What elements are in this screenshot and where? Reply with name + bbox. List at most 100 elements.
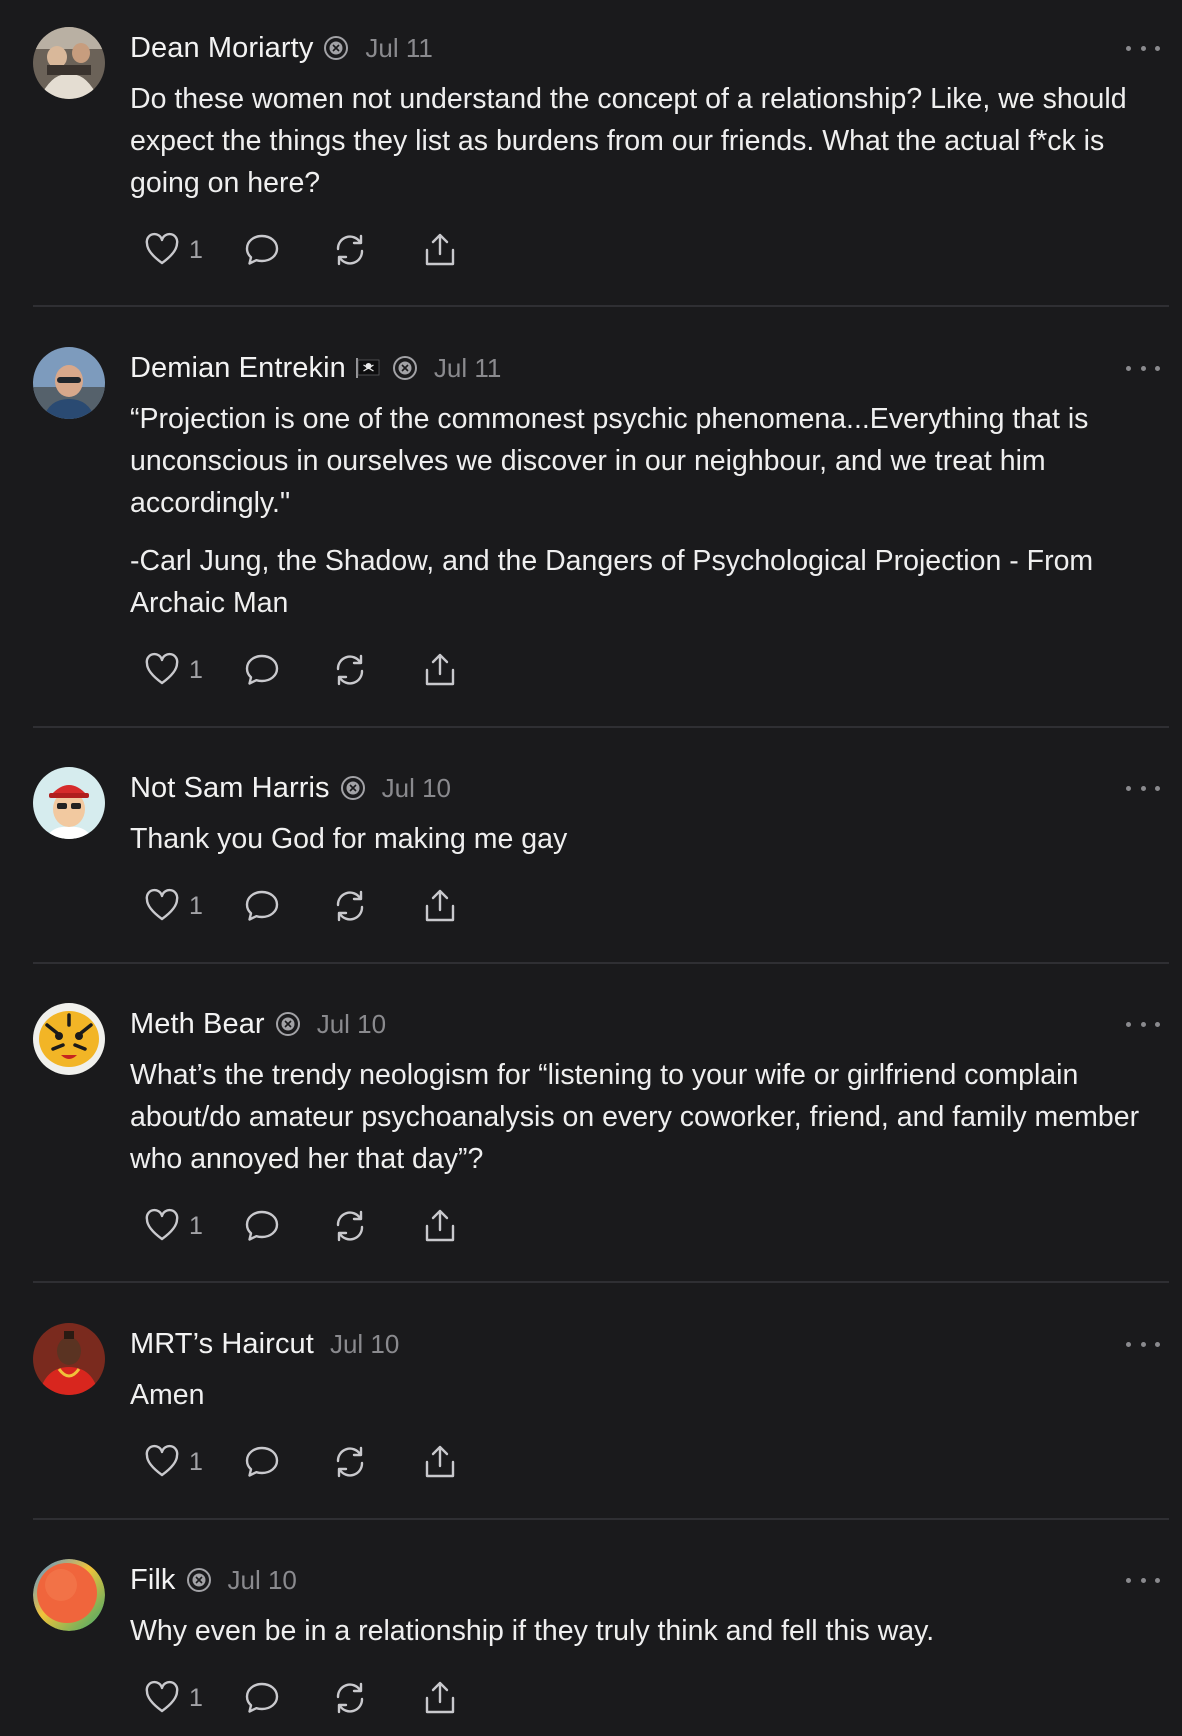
avatar[interactable]	[33, 1323, 105, 1395]
more-dots-icon[interactable]	[1126, 1019, 1160, 1029]
orange-gradient-avatar	[33, 1559, 105, 1631]
post-paragraph: Why even be in a relationship if they tr…	[130, 1615, 935, 1647]
comment-bubble-icon	[245, 890, 279, 921]
post-header: Meth Bear Jul 10	[130, 1004, 386, 1044]
post-paragraph: -Carl Jung, the Shadow, and the Dangers …	[130, 545, 1094, 619]
repost-icon	[336, 654, 364, 686]
avatar[interactable]	[33, 1003, 105, 1075]
post-text: Do these women not understand the concep…	[130, 78, 1160, 204]
post-header: MRT’s Haircut Jul 10	[130, 1324, 399, 1364]
share-button[interactable]	[421, 651, 459, 689]
verified-badge-icon	[275, 1011, 301, 1037]
verified-badge-icon	[186, 1567, 212, 1593]
post-divider	[33, 305, 1169, 307]
comment-feed: Dean Moriarty Jul 11 Do these women not …	[0, 0, 1182, 1736]
post-date: Jul 10	[316, 1008, 387, 1039]
share-button[interactable]	[421, 887, 459, 925]
heart-icon	[145, 232, 179, 265]
comment-bubble-icon	[245, 654, 279, 685]
post-date: Jul 10	[381, 772, 451, 803]
avatar[interactable]	[33, 767, 105, 839]
author-name[interactable]: MRT’s Haircut	[130, 1328, 314, 1361]
reply-button[interactable]	[243, 651, 331, 689]
repost-button[interactable]	[331, 887, 421, 925]
more-dots-icon[interactable]	[1126, 363, 1160, 373]
photo-man-sunglasses-avatar	[33, 347, 105, 419]
photo-man-red-jacket-avatar	[33, 1323, 105, 1395]
post-paragraph: What’s the trendy neologism for “listeni…	[130, 1059, 1140, 1175]
like-button[interactable]: 1	[143, 1679, 243, 1717]
author-name[interactable]: Dean Moriarty	[130, 32, 313, 65]
avatar[interactable]	[33, 347, 105, 419]
post-divider	[33, 1518, 1169, 1520]
post-divider	[33, 726, 1169, 728]
post-date: Jul 10	[329, 1328, 400, 1359]
like-button[interactable]: 1	[143, 1207, 243, 1245]
share-icon	[425, 1445, 455, 1478]
repost-button[interactable]	[331, 231, 421, 269]
post-header: Demian Entrekin Jul 11	[130, 348, 501, 388]
more-dots-icon[interactable]	[1126, 43, 1160, 53]
more-dots-icon[interactable]	[1126, 1575, 1160, 1585]
post-divider	[33, 962, 1169, 964]
like-count: 1	[189, 235, 203, 264]
author-name[interactable]: Not Sam Harris	[130, 772, 330, 805]
like-button[interactable]: 1	[143, 231, 243, 269]
avatar[interactable]	[33, 27, 105, 99]
post-date: Jul 11	[433, 352, 502, 383]
like-count: 1	[189, 891, 203, 920]
post-actions: 1	[143, 1678, 459, 1718]
post-divider	[33, 1281, 1169, 1283]
post-actions: 1	[143, 886, 459, 926]
reply-button[interactable]	[243, 231, 331, 269]
post-date: Jul 11	[365, 32, 433, 63]
repost-button[interactable]	[331, 1679, 421, 1717]
author-name[interactable]: Meth Bear	[130, 1008, 265, 1041]
post-text: What’s the trendy neologism for “listeni…	[130, 1054, 1160, 1180]
like-count: 1	[189, 1211, 203, 1240]
like-button[interactable]: 1	[143, 1443, 243, 1481]
repost-icon	[336, 890, 364, 922]
repost-button[interactable]	[331, 651, 421, 689]
post-actions: 1	[143, 650, 459, 690]
share-button[interactable]	[421, 1443, 459, 1481]
more-dots-icon[interactable]	[1126, 783, 1160, 793]
like-button[interactable]: 1	[143, 887, 243, 925]
post-text: “Projection is one of the commonest psyc…	[130, 398, 1160, 624]
cartoon-red-cap-avatar	[33, 767, 105, 839]
share-button[interactable]	[421, 231, 459, 269]
reply-button[interactable]	[243, 1207, 331, 1245]
like-count: 1	[189, 1683, 203, 1712]
author-name[interactable]: Demian Entrekin	[130, 352, 346, 385]
repost-button[interactable]	[331, 1443, 421, 1481]
repost-icon	[336, 1210, 364, 1242]
comment-bubble-icon	[245, 1682, 279, 1713]
post-header: Not Sam Harris Jul 10	[130, 768, 451, 808]
tiger-avatar	[33, 1003, 105, 1075]
avatar[interactable]	[33, 1559, 105, 1631]
more-dots-icon[interactable]	[1126, 1339, 1160, 1349]
post-text: Thank you God for making me gay	[130, 818, 1160, 860]
heart-icon	[145, 652, 179, 685]
share-icon	[425, 653, 455, 686]
reply-button[interactable]	[243, 887, 331, 925]
heart-icon	[145, 1208, 179, 1241]
share-button[interactable]	[421, 1207, 459, 1245]
like-count: 1	[189, 1447, 203, 1476]
repost-icon	[336, 234, 364, 266]
post-actions: 1	[143, 230, 459, 270]
reply-button[interactable]	[243, 1679, 331, 1717]
reply-button[interactable]	[243, 1443, 331, 1481]
comment-bubble-icon	[245, 234, 279, 265]
post-paragraph: “Projection is one of the commonest psyc…	[130, 403, 1089, 519]
like-button[interactable]: 1	[143, 651, 243, 689]
comment-bubble-icon	[245, 1210, 279, 1241]
post-header: Filk Jul 10	[130, 1560, 297, 1600]
share-icon	[425, 889, 455, 922]
author-name[interactable]: Filk	[130, 1564, 176, 1597]
heart-icon	[145, 1680, 179, 1713]
share-icon	[425, 1681, 455, 1714]
post-text: Why even be in a relationship if they tr…	[130, 1610, 1160, 1652]
share-button[interactable]	[421, 1679, 459, 1717]
repost-button[interactable]	[331, 1207, 421, 1245]
